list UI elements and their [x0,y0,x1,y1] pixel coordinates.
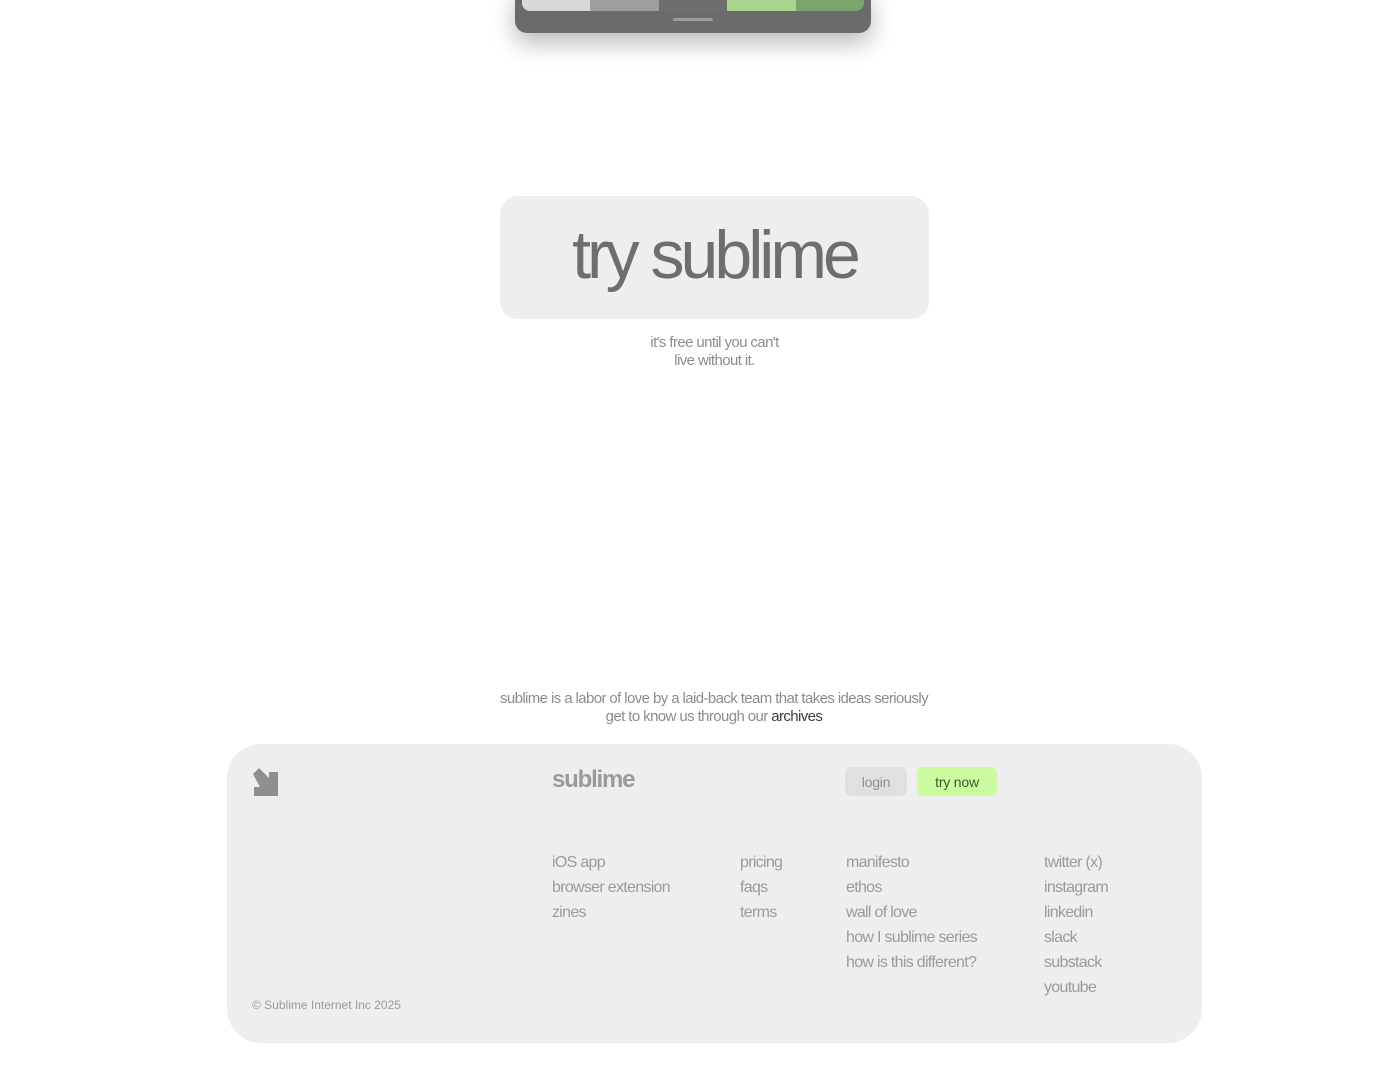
footer-link-manifesto[interactable]: manifesto [846,850,977,875]
footer-link-instagram[interactable]: instagram [1044,875,1109,900]
try-sublime-label: try sublime [572,216,861,293]
footer-column-social: twitter (x) instagram linkedin slack sub… [1044,850,1109,1000]
footer-link-wall-of-love[interactable]: wall of love [846,900,977,925]
footer-link-ethos[interactable]: ethos [846,875,977,900]
footer-link-how-different[interactable]: how is this different? [846,950,977,975]
footer-link-browser-extension[interactable]: browser extension [552,875,671,900]
cta-subtitle: it's free until you can't live without i… [500,334,929,370]
footer-column-info: pricing faqs terms [740,850,783,925]
footer-link-substack[interactable]: substack [1044,950,1108,975]
footer-brand[interactable]: sublime [552,766,636,794]
cta-subtitle-line: it's free until you can't [650,334,779,351]
footer-column-about: manifesto ethos wall of love how I subli… [846,850,978,975]
archives-link[interactable]: archives [771,708,823,725]
device-preview [515,0,871,33]
try-sublime-button[interactable]: try sublime [500,196,929,319]
footer-column-product: iOS app browser extension zines [552,850,671,925]
footer-link-zines[interactable]: zines [552,900,670,925]
color-swatch [795,0,864,11]
footer-link-terms[interactable]: terms [740,900,782,925]
login-button[interactable]: login [845,767,907,796]
footer-link-faqs[interactable]: faqs [740,875,782,900]
footer: sublime login try now iOS app browser ex… [227,744,1202,1043]
about-line-prefix: get to know us through our [605,708,772,725]
footer-link-linkedin[interactable]: linkedin [1044,900,1108,925]
home-indicator [673,18,713,21]
about-line: get to know us through our archives [380,708,1048,726]
footer-link-slack[interactable]: slack [1044,925,1108,950]
footer-link-ios-app[interactable]: iOS app [552,850,670,875]
footer-link-youtube[interactable]: youtube [1044,975,1108,1000]
copyright: © Sublime Internet Inc 2025 [252,998,401,1012]
color-swatch-strip [522,0,864,11]
cta-subtitle-line: live without it. [674,352,755,369]
about-line: sublime is a labor of love by a laid-bac… [499,690,929,707]
color-swatch [522,0,591,11]
about-text: sublime is a labor of love by a laid-bac… [380,690,1048,726]
color-swatch [658,0,728,11]
color-swatch [727,0,796,11]
try-now-button[interactable]: try now [917,767,997,796]
color-swatch [590,0,659,11]
arrow-down-right-icon[interactable] [250,767,280,797]
footer-link-how-i-sublime[interactable]: how I sublime series [846,925,978,950]
footer-link-twitter[interactable]: twitter (x) [1044,850,1108,875]
footer-link-pricing[interactable]: pricing [740,850,783,875]
